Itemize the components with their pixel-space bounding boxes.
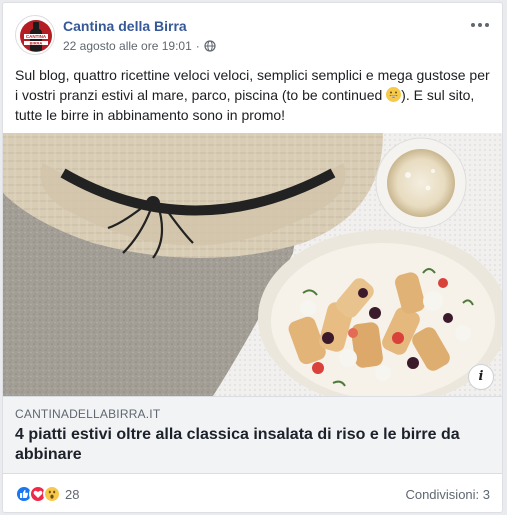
- link-domain: CANTINADELLABIRRA.IT: [15, 407, 161, 421]
- wow-icon: [43, 485, 61, 503]
- post-meta: 22 agosto alle ore 19:01 ·: [63, 39, 216, 53]
- avatar-logo-bottom: BIRRA: [30, 41, 43, 46]
- shares-count[interactable]: Condivisioni: 3: [405, 487, 490, 502]
- post-footer: 28 Condivisioni: 3: [3, 474, 502, 512]
- globe-icon[interactable]: [204, 40, 216, 52]
- avatar-logo-top: CANTINA: [26, 34, 47, 39]
- page-avatar[interactable]: CANTINA BIRRA: [15, 15, 55, 55]
- link-preview[interactable]: CANTINADELLABIRRA.IT 4 piatti estivi olt…: [3, 396, 502, 474]
- post-header: CANTINA BIRRA Cantina della Birra 22 ago…: [15, 15, 490, 59]
- reactions-summary[interactable]: 28: [15, 485, 79, 503]
- reaction-count: 28: [65, 486, 80, 502]
- more-horizontal-icon[interactable]: [470, 19, 490, 31]
- post-message: Sul blog, quattro ricettine veloci veloc…: [15, 65, 493, 125]
- link-title[interactable]: 4 piatti estivi oltre alla classica insa…: [15, 425, 485, 465]
- page-name-link[interactable]: Cantina della Birra: [63, 18, 187, 34]
- info-icon[interactable]: i: [468, 364, 494, 390]
- pasta-salad-photo: [3, 133, 502, 396]
- meta-separator: ·: [195, 39, 200, 53]
- grinning-face-emoji-icon: [386, 87, 402, 102]
- link-preview-image[interactable]: i: [3, 133, 502, 396]
- post-timestamp[interactable]: 22 agosto alle ore 19:01: [63, 39, 192, 53]
- cantina-logo-icon: CANTINA BIRRA: [17, 17, 54, 54]
- post-card: CANTINA BIRRA Cantina della Birra 22 ago…: [2, 2, 503, 513]
